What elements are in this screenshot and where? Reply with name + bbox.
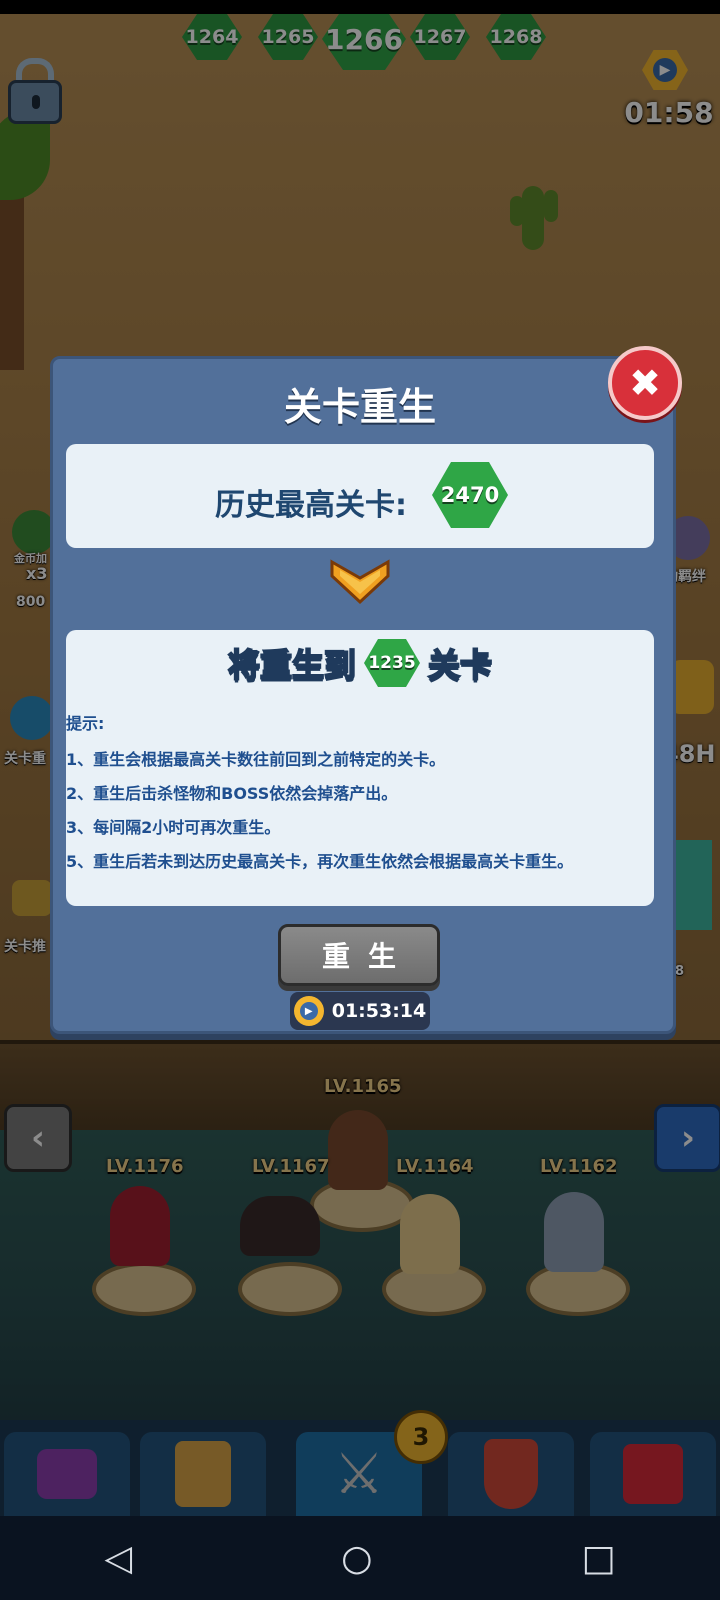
timer-icon: ▶ [293,996,324,1026]
dialog-title: 关卡重生 [283,385,436,429]
rebirth-button[interactable]: 重生 [278,924,440,986]
back-icon[interactable]: ◁ [104,1538,132,1579]
recents-icon[interactable]: □ [581,1538,615,1579]
status-bar [0,0,720,14]
rebirth-prefix: 将重生到 [227,645,357,685]
tip-item: 5、重生后若未到达历史最高关卡，再次重生依然会根据最高关卡重生。 [66,852,574,871]
tips-title: 提示: [66,714,105,733]
rebirth-target: 将重生到 1235 关卡 [66,636,654,690]
home-icon[interactable]: ○ [341,1538,372,1579]
chevron-down-icon [330,559,390,605]
tip-item: 2、重生后击杀怪物和BOSS依然会掉落产出。 [66,784,398,803]
rebirth-level-badge: 1235 [364,639,420,687]
rebirth-suffix: 关卡 [427,645,493,685]
cooldown-time: 01:53:14 [331,1000,427,1022]
best-level-label: 历史最高关卡: [215,488,407,523]
tip-item: 3、每间隔2小时可再次重生。 [66,818,281,837]
system-nav-bar: ◁ ○ □ [0,1516,720,1600]
rebirth-cooldown: ▶ 01:53:14 [290,992,430,1030]
tip-item: 1、重生会根据最高关卡数往前回到之前特定的关卡。 [66,750,446,769]
